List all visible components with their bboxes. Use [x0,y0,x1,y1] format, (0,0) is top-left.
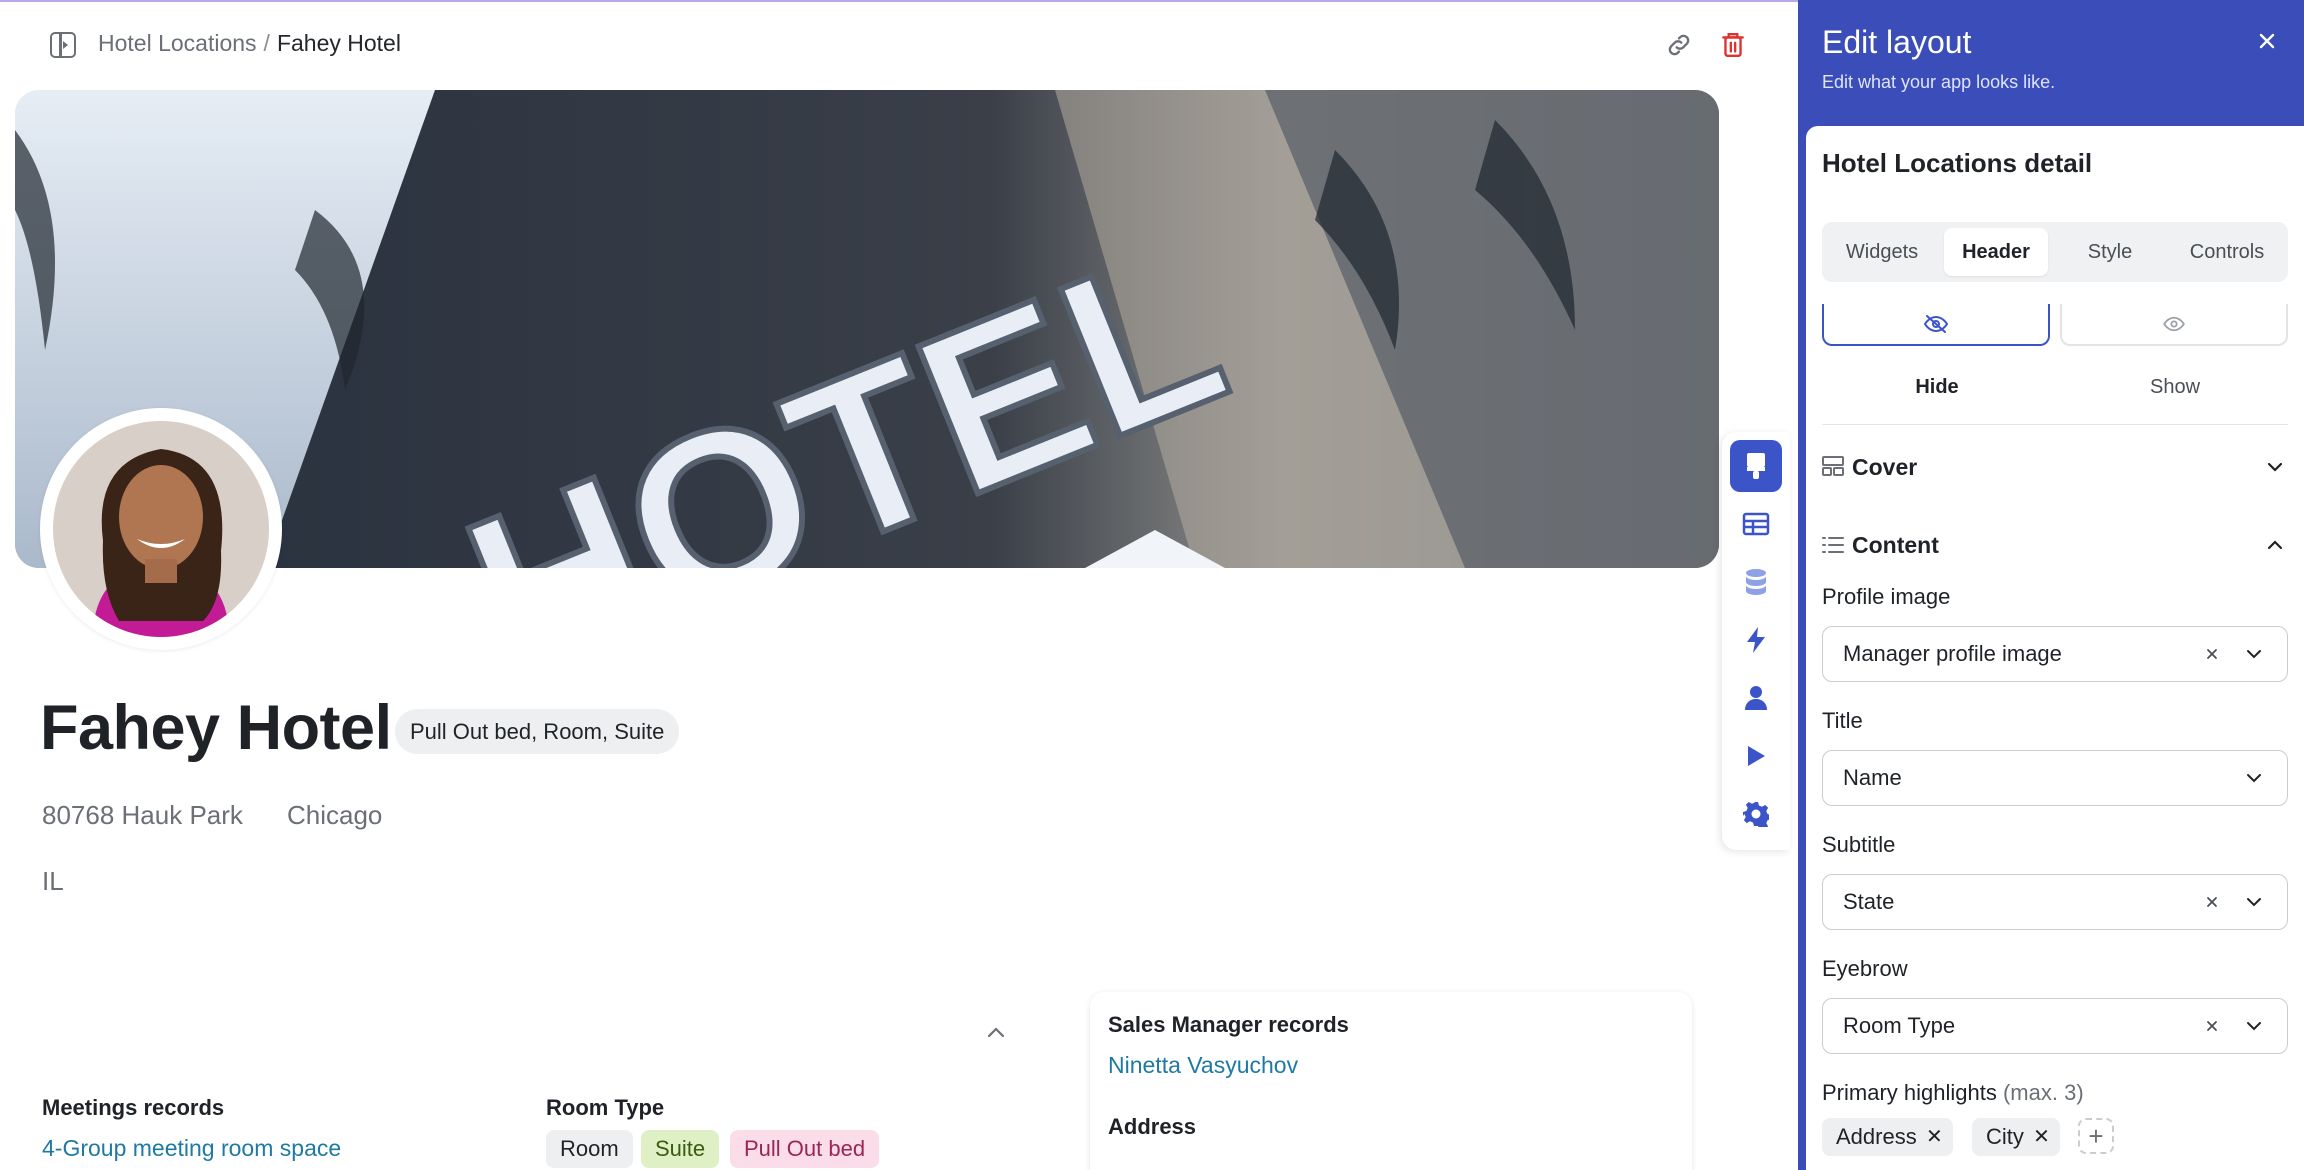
chevron-down-icon[interactable] [2243,1015,2265,1037]
room-type-tag: Pull Out bed [730,1130,880,1168]
clear-icon[interactable] [2201,1015,2223,1037]
primary-highlights-label: Primary highlights (max. 3) [1822,1080,2084,1106]
sales-manager-label: Sales Manager records [1108,1012,1349,1037]
panel-title: Edit layout [1822,24,1972,60]
hide-label[interactable]: Hide [1822,376,2052,399]
plus-icon: + [2088,1120,2104,1151]
play-icon[interactable] [1730,730,1782,782]
chevron-up-icon[interactable] [984,1022,1008,1042]
add-highlight-button[interactable]: + [2078,1118,2114,1154]
record-title: Fahey Hotel [40,693,392,763]
cover-section-header[interactable]: Cover [1822,454,1917,484]
sidebar-toggle-icon[interactable] [50,32,76,58]
hide-option[interactable] [1822,304,2050,346]
link-icon[interactable] [1662,28,1696,62]
profile-image-value: Manager profile image [1843,641,2062,666]
tab-header[interactable]: Header [1944,228,2048,276]
breadcrumb-current: Fahey Hotel [276,30,401,56]
subtitle-field-label: Subtitle [1822,832,1896,857]
highlight-chip: Address ✕ [1822,1118,1953,1156]
subtitle-field-value: State [1843,889,1895,914]
show-label[interactable]: Show [2060,376,2290,399]
layout-icon [1822,455,1844,482]
eyebrow-field-label: Eyebrow [1822,956,1908,981]
list-icon [1822,533,1844,560]
panel-subtitle: Edit what your app looks like. [1822,72,2056,92]
detail-section-title: Hotel Locations detail [1822,148,2093,178]
database-icon[interactable] [1730,556,1782,608]
primary-highlights-title: Primary highlights [1822,1080,1997,1105]
eye-off-icon [1924,315,1948,333]
room-type-tag: Suite [641,1130,720,1168]
room-type-label: Room Type [546,1095,665,1120]
chevron-up-icon[interactable] [2264,534,2286,556]
highlight-chip-label: Address [1836,1124,1917,1149]
room-type-tag: Room [546,1130,633,1168]
eyebrow-field-value: Room Type [1843,1013,1956,1038]
show-option[interactable] [2060,304,2288,346]
address-label: Address [1108,1114,1197,1139]
bolt-icon[interactable] [1730,614,1782,666]
avatar-photo [53,421,269,637]
eyebrow-chip: Pull Out bed, Room, Suite [395,709,680,754]
tab-style[interactable]: Style [2058,228,2162,276]
title-field-label: Title [1822,708,1863,733]
highlight-chip-label: City [1986,1124,2024,1149]
meetings-label: Meetings records [42,1095,225,1120]
chevron-down-icon[interactable] [2243,891,2265,913]
tab-widgets[interactable]: Widgets [1828,228,1936,276]
breadcrumb-parent[interactable]: Hotel Locations [98,30,257,56]
cover-section-label: Cover [1852,454,1918,480]
records-card: Sales Manager records Ninetta Vasyuchov … [1090,992,1692,1170]
profile-image-label: Profile image [1822,584,1951,609]
profile-image-select[interactable]: Manager profile image [1822,626,2288,682]
trash-icon[interactable] [1716,28,1750,62]
eye-icon [2163,316,2185,332]
panel-tabs: Widgets Header Style Controls [1822,222,2288,282]
content-section-label: Content [1852,532,1939,558]
highlight-city: Chicago [287,800,383,830]
highlight-address: 80768 Hauk Park [42,800,243,830]
eyebrow-select[interactable]: Room Type [1822,998,2288,1054]
breadcrumb: Hotel Locations / Fahey Hotel [98,30,401,57]
user-icon[interactable] [1730,672,1782,724]
title-field-value: Name [1843,765,1902,790]
title-select[interactable]: Name [1822,750,2288,806]
chevron-down-icon[interactable] [2243,643,2265,665]
clear-icon[interactable] [2201,891,2223,913]
clear-icon[interactable] [2201,643,2223,665]
panel-body: Hotel Locations detail Widgets Header St… [1806,126,2304,1170]
primary-highlights-hint: (max. 3) [2002,1080,2084,1105]
record-subtitle: IL [42,866,64,896]
tool-rail [1722,432,1790,850]
tab-controls[interactable]: Controls [2172,228,2282,276]
meetings-link[interactable]: 4-Group meeting room space [42,1135,341,1162]
close-icon[interactable] [2252,26,2282,56]
breadcrumb-separator: / [263,30,270,56]
top-bar: Hotel Locations / Fahey Hotel [0,2,1798,86]
sales-manager-link[interactable]: Ninetta Vasyuchov [1108,1052,1298,1079]
profile-avatar [40,408,282,650]
content-section-header[interactable]: Content [1822,532,1939,562]
remove-icon[interactable]: ✕ [1926,1118,1943,1156]
remove-icon[interactable]: ✕ [2033,1118,2050,1156]
chevron-down-icon[interactable] [2243,767,2265,789]
chevron-down-icon[interactable] [2264,456,2286,478]
paintbrush-icon[interactable] [1730,440,1782,492]
table-icon[interactable] [1730,498,1782,550]
divider [1822,424,2288,425]
highlight-chip: City ✕ [1972,1118,2060,1156]
edit-layout-panel: Edit layout Edit what your app looks lik… [1798,0,2304,1170]
main-content: Hotel Locations / Fahey Hotel HOTEL Fahe… [0,0,1798,1170]
gear-icon[interactable] [1730,788,1782,840]
subtitle-select[interactable]: State [1822,874,2288,930]
